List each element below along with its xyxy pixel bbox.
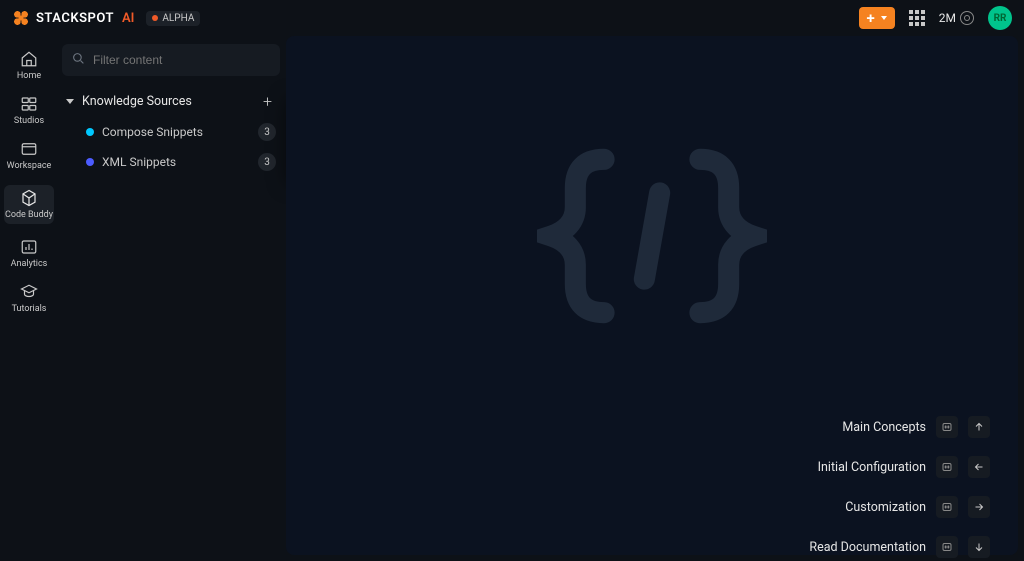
rail-label: Tutorials (12, 304, 47, 314)
quick-link-main-concepts: Main Concepts (680, 416, 990, 438)
rail-item-analytics[interactable]: Analytics (4, 238, 54, 269)
quick-link-label: Customization (845, 500, 926, 515)
avatar-initials: RR (994, 13, 1007, 24)
quick-link-label: Main Concepts (842, 420, 926, 435)
keyboard-key-icon[interactable] (936, 496, 958, 518)
quick-links: Main Concepts Initial Configuration Cust… (680, 416, 990, 558)
alpha-dot-icon (152, 15, 158, 21)
rail-item-studios[interactable]: Studios (4, 95, 54, 126)
analytics-icon (20, 238, 38, 256)
quick-link-initial-configuration: Initial Configuration (680, 456, 990, 478)
coin-icon (960, 11, 974, 25)
quick-link-read-documentation: Read Documentation (680, 536, 990, 558)
credits-display[interactable]: 2M (939, 11, 974, 25)
rail-label: Studios (14, 116, 44, 126)
main-canvas: Main Concepts Initial Configuration Cust… (286, 36, 1018, 555)
search-icon (72, 52, 85, 69)
rail-label: Analytics (11, 259, 48, 269)
user-avatar[interactable]: RR (988, 6, 1012, 30)
explorer-panel: Knowledge Sources + Compose Snippets 3 X… (62, 44, 280, 555)
bullet-icon (86, 158, 94, 166)
keyboard-key-icon[interactable] (936, 456, 958, 478)
code-braces-decor (537, 136, 767, 336)
arrow-down-icon[interactable] (968, 536, 990, 558)
create-button[interactable]: + (859, 7, 895, 29)
rail-item-home[interactable]: Home (4, 50, 54, 81)
brand-ai: AI (122, 11, 134, 26)
app-header: STACKSPOT AI ALPHA + 2M RR (0, 0, 1024, 36)
alpha-badge-label: ALPHA (162, 13, 194, 24)
tree-item-label: XML Snippets (102, 155, 176, 169)
chevron-down-icon (881, 16, 887, 20)
home-icon (20, 50, 38, 68)
brand-logo-mark (12, 9, 30, 27)
arrow-right-icon[interactable] (968, 496, 990, 518)
workspace-icon (20, 140, 38, 158)
keyboard-key-icon[interactable] (936, 536, 958, 558)
credits-value: 2M (939, 11, 956, 25)
count-badge: 3 (258, 153, 276, 171)
filter-input[interactable] (93, 53, 270, 67)
tutorials-icon (20, 283, 38, 301)
chevron-down-icon (66, 99, 74, 104)
plus-icon: + (867, 11, 875, 26)
rail-label: Workspace (7, 161, 52, 171)
brand-word: STACKSPOT (36, 11, 114, 26)
quick-link-label: Read Documentation (809, 540, 926, 555)
quick-link-label: Initial Configuration (818, 460, 926, 475)
section-title: Knowledge Sources (82, 94, 192, 109)
brand-logo: STACKSPOT AI ALPHA (12, 9, 200, 27)
bullet-icon (86, 128, 94, 136)
code-buddy-icon (20, 189, 38, 207)
rail-item-code-buddy[interactable]: Code Buddy (4, 185, 54, 224)
studios-icon (20, 95, 38, 113)
knowledge-sources-header[interactable]: Knowledge Sources + (62, 86, 280, 117)
arrow-left-icon[interactable] (968, 456, 990, 478)
nav-rail: Home Studios Workspace Code Buddy Analyt… (0, 36, 58, 561)
apps-grid-icon[interactable] (909, 10, 925, 26)
tree-item-compose-snippets[interactable]: Compose Snippets 3 (62, 117, 280, 147)
rail-label: Code Buddy (5, 210, 53, 220)
keyboard-key-icon[interactable] (936, 416, 958, 438)
header-right: + 2M RR (859, 6, 1012, 30)
tree-item-xml-snippets[interactable]: XML Snippets 3 (62, 147, 280, 177)
alpha-badge: ALPHA (146, 11, 200, 26)
rail-label: Home (17, 71, 41, 81)
rail-item-workspace[interactable]: Workspace (4, 140, 54, 171)
tree-item-label: Compose Snippets (102, 125, 203, 139)
arrow-up-icon[interactable] (968, 416, 990, 438)
rail-item-tutorials[interactable]: Tutorials (4, 283, 54, 314)
filter-box[interactable] (62, 44, 280, 76)
quick-link-customization: Customization (680, 496, 990, 518)
count-badge: 3 (258, 123, 276, 141)
add-knowledge-source-button[interactable]: + (259, 92, 276, 111)
knowledge-sources-section: Knowledge Sources + Compose Snippets 3 X… (62, 86, 280, 177)
